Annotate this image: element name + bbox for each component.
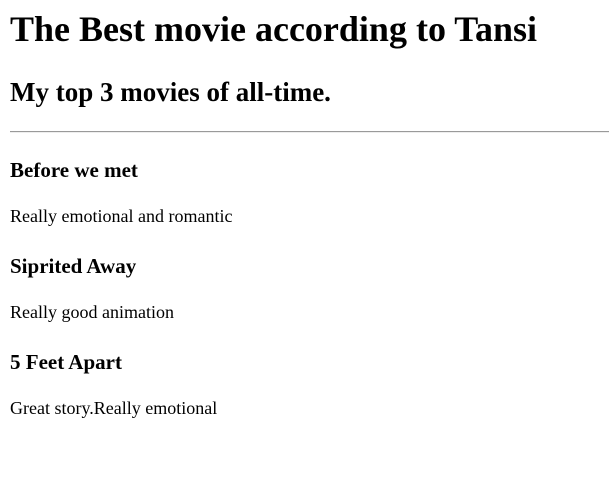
page-subtitle: My top 3 movies of all-time. bbox=[10, 77, 331, 107]
page-title: The Best movie according to Tansi bbox=[10, 9, 538, 49]
list-item: Siprited Away Really good animation bbox=[10, 254, 599, 323]
movie-title: 5 Feet Apart bbox=[10, 350, 122, 374]
movie-description: Really good animation bbox=[10, 302, 174, 322]
list-item: Before we met Really emotional and roman… bbox=[10, 158, 599, 227]
movie-title: Siprited Away bbox=[10, 254, 137, 278]
list-item: 5 Feet Apart Great story.Really emotiona… bbox=[10, 350, 599, 419]
movie-title: Before we met bbox=[10, 158, 138, 182]
divider bbox=[10, 131, 609, 133]
movie-description: Really emotional and romantic bbox=[10, 206, 233, 226]
movie-description: Great story.Really emotional bbox=[10, 398, 218, 418]
page-body: The Best movie according to Tansi My top… bbox=[0, 8, 609, 419]
movie-list: Before we met Really emotional and roman… bbox=[10, 158, 599, 419]
